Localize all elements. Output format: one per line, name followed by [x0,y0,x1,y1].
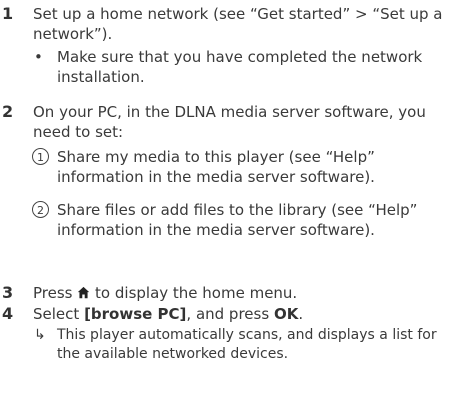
step-2: 2 On your PC, in the DLNA media server s… [0,102,448,142]
circled-number-2-icon: 2 [32,201,49,218]
step-number: 3 [2,283,14,302]
substep-2: 2 Share files or add files to the librar… [0,200,454,240]
result-text: This player automatically scans, and dis… [57,327,437,362]
ok-button-label: OK [273,305,299,323]
result-arrow-icon: ↳ [34,327,46,343]
step-number: 2 [2,102,14,121]
bullet-text: Make sure that you have completed the ne… [57,48,423,86]
ui-option-label: [browse PC] [84,305,187,323]
step-text-after: to display the home menu. [95,284,298,302]
step-text-middle: , and press [186,305,270,323]
circled-number-1-icon: 1 [32,148,49,165]
step-1: 1 Set up a home network (see “Get starte… [0,4,454,44]
step-1-bullet: • Make sure that you have completed the … [0,47,454,87]
substep-text: Share files or add files to the library … [57,201,418,239]
step-text-before: Select [33,305,80,323]
step-number: 4 [2,304,14,323]
step-text-before: Press [33,284,73,302]
substep-1: 1 Share my media to this player (see “He… [0,147,454,187]
substep-text: Share my media to this player (see “Help… [57,148,375,186]
step-4-result: ↳ This player automatically scans, and d… [0,326,454,364]
bullet-icon: • [34,48,43,66]
step-text-after: . [298,305,304,323]
step-3: 3 Press to display the home menu. [0,283,453,303]
step-4: 4 Select [browse PC], and press OK. [0,304,453,324]
step-text: Set up a home network (see “Get started”… [33,5,443,43]
home-icon [78,286,90,299]
instruction-list: 1 Set up a home network (see “Get starte… [0,0,454,410]
step-text: On your PC, in the DLNA media server sof… [33,103,426,141]
step-number: 1 [2,4,14,23]
